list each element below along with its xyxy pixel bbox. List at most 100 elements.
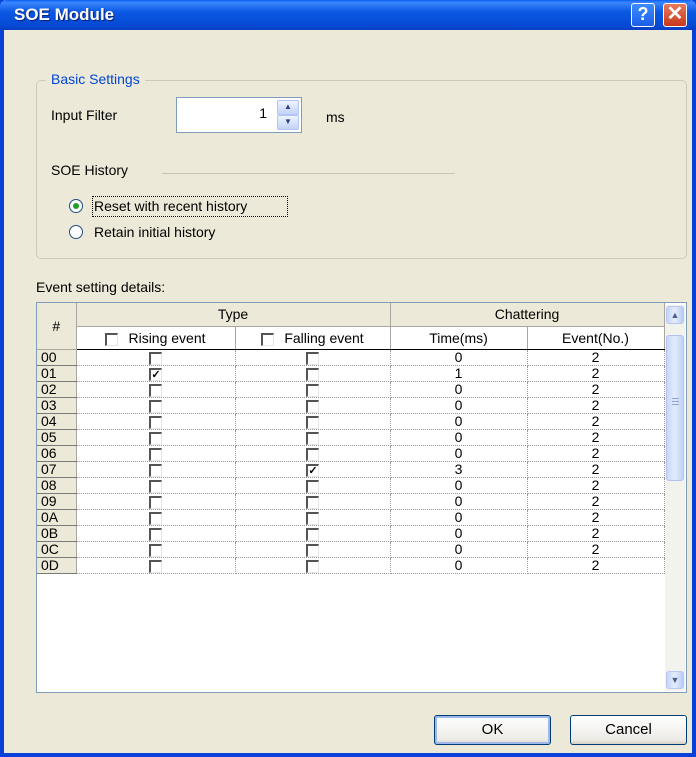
scroll-up-button[interactable]: ▲ [666, 306, 684, 324]
chattering-event-cell[interactable]: 2 [527, 477, 665, 494]
chattering-time-cell[interactable]: 0 [390, 557, 528, 574]
retain-history-label[interactable]: Retain initial history [94, 224, 215, 240]
rising-event-cell [76, 445, 236, 462]
falling-event-checkbox[interactable] [306, 480, 319, 494]
chattering-event-cell[interactable]: 2 [527, 381, 665, 398]
chattering-event-cell[interactable]: 2 [527, 397, 665, 414]
chattering-time-cell[interactable]: 0 [390, 445, 528, 462]
title-bar[interactable]: SOE Module ? ✕ [0, 0, 696, 30]
row-header[interactable]: 06 [37, 445, 77, 462]
falling-event-checkbox[interactable] [306, 496, 319, 510]
chattering-time-cell[interactable]: 0 [390, 381, 528, 398]
falling-event-checkbox[interactable] [306, 400, 319, 414]
rising-event-checkbox[interactable]: ✓ [149, 368, 162, 382]
chattering-time-cell[interactable]: 3 [390, 461, 528, 478]
cancel-button[interactable]: Cancel [570, 715, 687, 745]
radio-retain-history[interactable] [69, 225, 83, 239]
row-header[interactable]: 0A [37, 509, 77, 526]
rising-event-checkbox[interactable] [149, 432, 162, 446]
chattering-time-cell[interactable]: 0 [390, 525, 528, 542]
chattering-time-cell[interactable]: 0 [390, 509, 528, 526]
chattering-time-cell[interactable]: 0 [390, 397, 528, 414]
falling-event-checkbox[interactable] [306, 544, 319, 558]
falling-event-cell [235, 557, 391, 574]
rising-event-checkbox[interactable] [149, 448, 162, 462]
chattering-event-cell[interactable]: 2 [527, 349, 665, 366]
chattering-time-cell[interactable]: 0 [390, 493, 528, 510]
chattering-event-cell[interactable]: 2 [527, 413, 665, 430]
falling-event-checkbox[interactable] [306, 448, 319, 462]
chattering-event-cell[interactable]: 2 [527, 429, 665, 446]
chattering-event-cell[interactable]: 2 [527, 445, 665, 462]
falling-event-checkbox[interactable] [306, 352, 319, 366]
vertical-scrollbar[interactable]: ▲ ▼ [665, 305, 685, 691]
rising-event-checkbox[interactable] [149, 384, 162, 398]
rising-event-checkbox[interactable] [149, 528, 162, 542]
rising-event-checkbox[interactable] [149, 400, 162, 414]
reset-history-label[interactable]: Reset with recent history [94, 198, 247, 214]
scroll-thumb[interactable] [666, 335, 684, 481]
row-header[interactable]: 07 [37, 461, 77, 478]
chattering-time-cell[interactable]: 0 [390, 429, 528, 446]
input-filter-spinbox[interactable]: 1 ▲ ▼ [176, 97, 302, 133]
chattering-event-cell[interactable]: 2 [527, 557, 665, 574]
chattering-event-cell[interactable]: 2 [527, 461, 665, 478]
chattering-event-cell[interactable]: 2 [527, 525, 665, 542]
input-filter-value[interactable]: 1 [259, 105, 267, 121]
help-button[interactable]: ? [631, 3, 655, 27]
chattering-time-cell[interactable]: 0 [390, 413, 528, 430]
input-filter-label: Input Filter [51, 107, 118, 123]
radio-reset-history[interactable] [69, 199, 83, 213]
row-header[interactable]: 01 [37, 365, 77, 382]
col-event-header: Event(No.) [527, 326, 665, 350]
falling-event-checkbox[interactable] [306, 512, 319, 526]
spin-down-button[interactable]: ▼ [277, 115, 299, 130]
col-rising-header[interactable]: Rising event [76, 326, 236, 350]
rising-event-checkbox[interactable] [149, 512, 162, 526]
close-button[interactable]: ✕ [663, 3, 687, 27]
chattering-time-cell[interactable]: 0 [390, 477, 528, 494]
chattering-event-cell[interactable]: 2 [527, 365, 665, 382]
rising-event-checkbox[interactable] [149, 480, 162, 494]
falling-event-checkbox[interactable]: ✓ [306, 464, 319, 478]
row-header[interactable]: 0B [37, 525, 77, 542]
rising-event-checkbox[interactable] [149, 464, 162, 478]
falling-event-checkbox[interactable] [306, 432, 319, 446]
falling-event-checkbox[interactable] [306, 368, 319, 382]
rising-event-checkbox[interactable] [149, 496, 162, 510]
rising-event-checkbox[interactable] [149, 352, 162, 366]
falling-event-cell: ✓ [235, 461, 391, 478]
ok-button[interactable]: OK [434, 715, 551, 745]
row-header[interactable]: 02 [37, 381, 77, 398]
row-header[interactable]: 08 [37, 477, 77, 494]
spin-up-button[interactable]: ▲ [277, 100, 299, 115]
chattering-event-cell[interactable]: 2 [527, 541, 665, 558]
row-header[interactable]: 00 [37, 349, 77, 366]
scroll-down-button[interactable]: ▼ [666, 671, 684, 689]
row-header[interactable]: 05 [37, 429, 77, 446]
row-header[interactable]: 0D [37, 557, 77, 574]
window-title: SOE Module [14, 5, 115, 24]
row-header[interactable]: 04 [37, 413, 77, 430]
falling-event-checkbox[interactable] [306, 560, 319, 574]
rising-event-checkbox[interactable] [149, 544, 162, 558]
row-header[interactable]: 09 [37, 493, 77, 510]
row-header[interactable]: 03 [37, 397, 77, 414]
chattering-time-cell[interactable]: 1 [390, 365, 528, 382]
col-falling-header[interactable]: Falling event [235, 326, 391, 350]
chattering-event-cell[interactable]: 2 [527, 509, 665, 526]
table-row: 08 0 2 [37, 477, 665, 494]
falling-event-checkbox[interactable] [306, 384, 319, 398]
rising-all-checkbox[interactable] [105, 333, 119, 347]
chattering-event-cell[interactable]: 2 [527, 493, 665, 510]
event-settings-grid[interactable]: # Type Chattering Rising event Falling e… [36, 302, 687, 693]
chattering-time-cell[interactable]: 0 [390, 349, 528, 366]
row-header[interactable]: 0C [37, 541, 77, 558]
rising-event-checkbox[interactable] [149, 416, 162, 430]
chattering-time-cell[interactable]: 0 [390, 541, 528, 558]
falling-all-checkbox[interactable] [261, 333, 275, 347]
falling-event-checkbox[interactable] [306, 528, 319, 542]
rising-event-checkbox[interactable] [149, 560, 162, 574]
table-row: 05 0 2 [37, 429, 665, 446]
falling-event-checkbox[interactable] [306, 416, 319, 430]
